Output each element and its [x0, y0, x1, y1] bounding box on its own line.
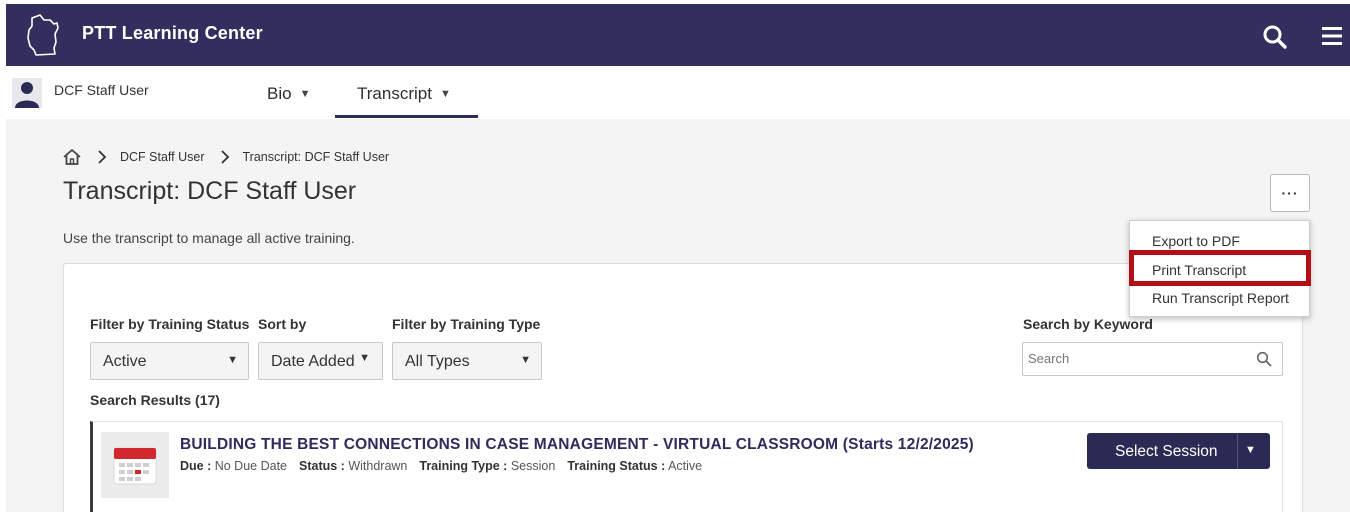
- training-status-select[interactable]: Active ▼: [90, 342, 249, 380]
- due-label: Due :: [180, 459, 212, 473]
- search-icon[interactable]: [1262, 24, 1288, 50]
- training-status-value: Active: [103, 353, 147, 370]
- page-title: Transcript: DCF Staff User: [63, 177, 357, 205]
- chevron-right-icon: [98, 150, 107, 164]
- sort-by-value: Date Added: [271, 353, 355, 370]
- keyword-search-field[interactable]: [1022, 342, 1283, 376]
- training-type-value: Session: [510, 459, 556, 473]
- caret-down-icon: ▼: [359, 352, 370, 364]
- top-navigation-bar: PTT Learning Center: [6, 4, 1350, 66]
- caret-down-icon: ▼: [299, 88, 311, 100]
- breadcrumb-current: Transcript: DCF Staff User: [242, 150, 390, 164]
- list-item: BUILDING THE BEST CONNECTIONS IN CASE MA…: [90, 421, 1283, 512]
- active-tab-indicator: [335, 115, 478, 118]
- menu-item-run-transcript-report[interactable]: Run Transcript Report: [1152, 290, 1289, 306]
- calendar-icon: [113, 447, 157, 485]
- more-options-button[interactable]: ···: [1270, 174, 1310, 212]
- training-status-value: Active: [668, 459, 703, 473]
- select-session-label: Select Session: [1115, 443, 1218, 460]
- filter-type-label: Filter by Training Type: [392, 316, 541, 332]
- user-tab-bar: DCF Staff User Bio ▼ Transcript ▼: [6, 66, 1350, 118]
- avatar[interactable]: [12, 78, 42, 108]
- status-value: Withdrawn: [348, 459, 408, 473]
- search-keyword-label: Search by Keyword: [1023, 316, 1153, 332]
- status-label: Status :: [299, 459, 345, 473]
- training-type-select[interactable]: All Types ▼: [392, 342, 542, 380]
- button-divider: [1237, 433, 1238, 469]
- app-title[interactable]: PTT Learning Center: [82, 23, 263, 44]
- search-icon[interactable]: [1256, 351, 1272, 367]
- tab-bio[interactable]: Bio ▼: [267, 84, 310, 104]
- training-type-label: Training Type :: [419, 459, 508, 473]
- home-icon[interactable]: [62, 148, 82, 166]
- search-results-count: Search Results (17): [90, 392, 220, 408]
- chevron-right-icon: [220, 150, 229, 164]
- sort-by-select[interactable]: Date Added ▼: [258, 342, 383, 380]
- training-meta: Due : No Due Date Status : Withdrawn Train…: [180, 459, 702, 473]
- highlight-box: [1129, 250, 1311, 286]
- training-type-value: All Types: [405, 353, 470, 370]
- transcript-card: Filter by Training Status Sort by Filter…: [63, 263, 1303, 512]
- breadcrumb-link-user[interactable]: DCF Staff User: [120, 150, 205, 164]
- page-description: Use the transcript to manage all active …: [63, 230, 355, 246]
- training-title-link[interactable]: BUILDING THE BEST CONNECTIONS IN CASE MA…: [180, 436, 974, 454]
- hamburger-menu-icon[interactable]: [1319, 24, 1347, 48]
- caret-down-icon[interactable]: ▼: [1245, 444, 1256, 456]
- breadcrumb: DCF Staff User Transcript: DCF Staff Use…: [62, 147, 389, 167]
- due-value: No Due Date: [214, 459, 287, 473]
- user-name: DCF Staff User: [54, 82, 149, 98]
- caret-down-icon: ▼: [520, 354, 531, 366]
- tab-transcript-label: Transcript: [357, 84, 432, 103]
- training-status-label: Training Status :: [567, 459, 666, 473]
- keyword-search-input[interactable]: [1028, 351, 1248, 366]
- menu-item-export-pdf[interactable]: Export to PDF: [1152, 233, 1240, 249]
- filter-status-label: Filter by Training Status: [90, 316, 250, 332]
- caret-down-icon: ▼: [439, 88, 451, 100]
- wisconsin-state-outline-icon[interactable]: [24, 12, 68, 58]
- tab-bio-label: Bio: [267, 84, 292, 103]
- tab-transcript[interactable]: Transcript ▼: [357, 84, 451, 104]
- sort-by-label: Sort by: [258, 316, 307, 332]
- caret-down-icon: ▼: [227, 354, 238, 366]
- user-silhouette-icon: [15, 82, 39, 108]
- training-thumbnail: [101, 432, 169, 498]
- select-session-button[interactable]: Select Session ▼: [1087, 433, 1270, 469]
